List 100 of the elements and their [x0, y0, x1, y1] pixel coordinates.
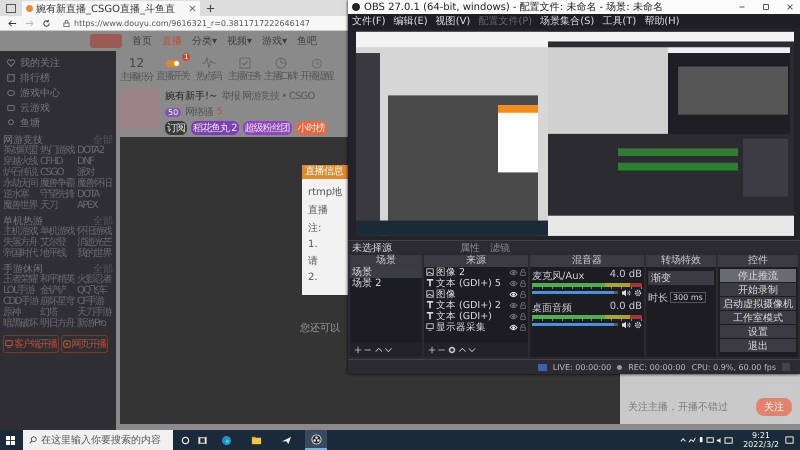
scene-toolbar-icon[interactable]: [354, 346, 394, 354]
notification-icon[interactable]: [785, 436, 794, 444]
category-link[interactable]: DOTA: [77, 189, 113, 200]
control-button[interactable]: 退出: [720, 338, 796, 352]
category-link[interactable]: 火影忍者: [77, 274, 113, 285]
menu-item[interactable]: 帮助(H): [644, 14, 680, 28]
tab-actions-icon[interactable]: [6, 4, 16, 12]
menu-item[interactable]: 工具(T): [602, 14, 636, 28]
category-link[interactable]: 魔兽争霸: [40, 178, 76, 189]
task-view-icon[interactable]: [198, 436, 207, 444]
control-button[interactable]: 工作室模式: [720, 310, 796, 324]
search-field[interactable]: 在这里输入你要搜索的内容: [23, 430, 173, 450]
lock-icon[interactable]: [520, 280, 526, 287]
category-link[interactable]: 英雄联盟: [3, 145, 39, 156]
cortana-circle-icon[interactable]: [181, 436, 190, 444]
category-link[interactable]: 金铲铲: [40, 285, 76, 296]
category-link[interactable]: CFHD: [40, 156, 76, 167]
category-link[interactable]: 守望先锋: [40, 189, 76, 200]
scene-item[interactable]: 场景: [350, 266, 422, 278]
duration-field[interactable]: 300 ms: [670, 292, 706, 304]
sidebar-item[interactable]: 云游戏: [3, 100, 113, 115]
category-link[interactable]: CDD手游: [3, 296, 39, 307]
category-link[interactable]: 崩坏星穹: [40, 296, 76, 307]
speaker-icon[interactable]: [621, 288, 631, 297]
tag[interactable]: 稻花鱼丸 2: [191, 121, 239, 135]
category-link[interactable]: QQ飞车: [77, 285, 113, 296]
lock-icon[interactable]: [520, 312, 526, 320]
start-stream-button[interactable]: 网页开播: [60, 335, 108, 353]
sidebar-item[interactable]: 鱼塘: [3, 115, 113, 130]
nav-link[interactable]: 视频▾: [227, 34, 252, 48]
windows-start-icon[interactable]: [6, 436, 15, 444]
category-link[interactable]: DOTA2: [77, 145, 113, 156]
source-item[interactable]: 文本 (GDI+) 2: [436, 298, 507, 312]
toolbar-button[interactable]: 滤镜: [488, 240, 512, 255]
category-link[interactable]: 暗黑破坏: [3, 318, 39, 329]
lock-icon[interactable]: [520, 324, 526, 331]
category-link[interactable]: DNF: [77, 156, 113, 167]
settings-icon[interactable]: [634, 320, 642, 329]
category-link[interactable]: CSGO: [40, 167, 76, 178]
toolbar-button[interactable]: 属性: [458, 240, 482, 255]
category-link[interactable]: LOL手游: [3, 285, 39, 296]
sidebar-item[interactable]: 排行榜: [3, 70, 113, 85]
category-link[interactable]: 我的世界: [77, 248, 113, 259]
category-link[interactable]: 魔兽世界: [3, 200, 39, 211]
lock-icon[interactable]: [520, 268, 526, 276]
menu-item[interactable]: 文件(F): [352, 14, 386, 28]
category-link[interactable]: 怀旧游戏: [77, 226, 113, 237]
control-button[interactable]: 启动虚拟摄像机: [720, 296, 796, 310]
category-link[interactable]: 新游Pro: [77, 318, 113, 329]
menu-item[interactable]: 编辑(E): [394, 14, 428, 28]
control-button[interactable]: 设置: [720, 324, 796, 338]
category-link[interactable]: 魔兽怀旧: [77, 178, 113, 189]
lock-icon[interactable]: [520, 290, 526, 298]
control-button[interactable]: 开始录制: [720, 282, 796, 296]
category-link[interactable]: 地平线: [40, 248, 76, 259]
category-link[interactable]: 消逝光芒: [77, 237, 113, 248]
category-link[interactable]: 失落方舟: [3, 237, 39, 248]
reload-icon[interactable]: [42, 18, 51, 28]
start-stream-button[interactable]: 客户端开播: [3, 335, 58, 353]
category-link[interactable]: 逆水寒: [3, 189, 39, 200]
category-link[interactable]: APEX: [77, 200, 113, 211]
category-link[interactable]: 单机游戏: [40, 226, 76, 237]
category-link[interactable]: 天刀手游: [77, 307, 113, 318]
category-link[interactable]: 帝国时代: [3, 248, 39, 259]
category-link[interactable]: 幻塔: [40, 307, 76, 318]
scene-item[interactable]: 场景 2: [350, 278, 422, 289]
obs-app-icon[interactable]: [305, 430, 327, 450]
category-link[interactable]: 主机游戏: [3, 226, 39, 237]
source-item[interactable]: 文本 (GDI+) 5: [436, 276, 507, 290]
new-tab-icon[interactable]: [206, 4, 215, 12]
nav-link[interactable]: 游戏▾: [262, 34, 288, 48]
source-item[interactable]: 显示器采集: [436, 320, 507, 334]
category-link[interactable]: 永劫无间: [3, 178, 39, 189]
source-toolbar-icon[interactable]: [428, 346, 478, 354]
nav-link[interactable]: 直播: [162, 34, 182, 48]
lock-icon[interactable]: [520, 302, 526, 309]
volume-slider[interactable]: [532, 323, 618, 326]
category-link[interactable]: 和平精英: [40, 274, 76, 285]
category-link[interactable]: 天刀: [40, 200, 76, 211]
back-icon[interactable]: [8, 18, 17, 28]
source-item[interactable]: 文本 (GDI+): [436, 310, 507, 323]
speaker-icon[interactable]: [621, 320, 631, 329]
category-link[interactable]: 炉石传说: [3, 167, 39, 178]
close-icon[interactable]: [189, 5, 196, 12]
source-item[interactable]: 图像 2: [436, 266, 507, 279]
settings-icon[interactable]: [634, 288, 642, 297]
nav-link[interactable]: 鱼吧: [297, 34, 318, 48]
tag[interactable]: 超级粉丝团: [242, 121, 292, 135]
menu-item[interactable]: 场景集合(S): [540, 14, 594, 28]
source-item[interactable]: 图像: [436, 288, 507, 301]
category-link[interactable]: CF手游: [77, 296, 113, 307]
toggle-icon[interactable]: [164, 57, 180, 69]
tag[interactable]: 小时榜: [296, 121, 327, 135]
category-link[interactable]: 原神: [3, 307, 39, 318]
nav-link[interactable]: 首页: [132, 34, 152, 48]
browser-tab[interactable]: 婉有新直播_CSGO直播_斗鱼直: [22, 1, 200, 16]
category-link[interactable]: 热门游戏: [40, 145, 76, 156]
category-link[interactable]: 明日方舟: [40, 318, 76, 329]
tag[interactable]: 订阅: [165, 121, 187, 135]
sidebar-item[interactable]: 我的关注: [3, 55, 113, 70]
